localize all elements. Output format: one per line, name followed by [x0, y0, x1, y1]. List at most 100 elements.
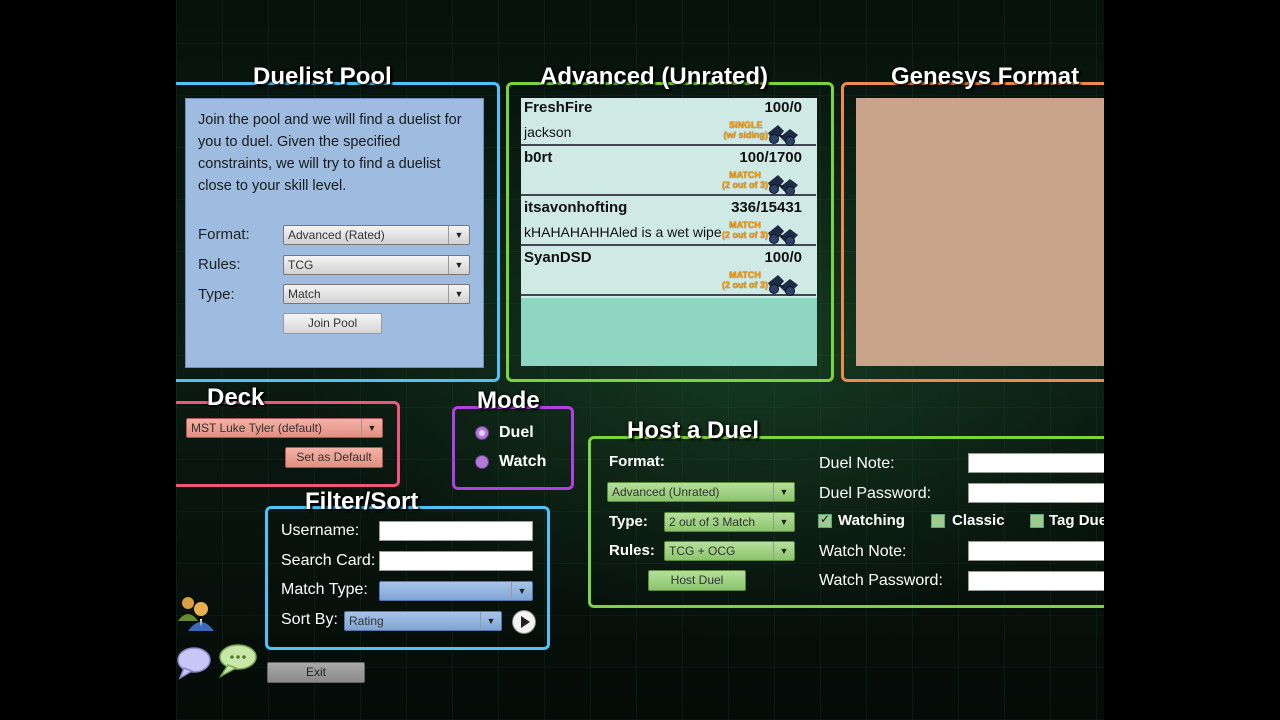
duel-rating: 100/0 — [764, 99, 802, 116]
binoculars-icon[interactable] — [766, 273, 800, 302]
duel-rating: 336/15431 — [731, 199, 802, 216]
host-rules-label: Rules: — [609, 542, 655, 559]
duel-radio-label[interactable]: Duel — [499, 424, 534, 442]
duel-type-line2: (2 out of 3) — [722, 280, 768, 290]
friends-icon[interactable] — [176, 593, 216, 633]
duel-note-input[interactable] — [968, 453, 1104, 473]
duel-row[interactable]: itsavonhofting 336/15431 kHAHAHAHHAled is … — [521, 198, 816, 246]
host-format-dropdown[interactable]: Advanced (Unrated) ▼ — [607, 482, 795, 502]
watch-radio[interactable] — [475, 455, 489, 469]
host-rules-dropdown[interactable]: TCG + OCG ▼ — [664, 541, 795, 561]
host-type-label: Type: — [609, 513, 648, 530]
pool-type-dropdown[interactable]: Match ▼ — [283, 284, 470, 304]
duel-host-name: itsavonhofting — [524, 199, 628, 216]
pool-rules-dropdown[interactable]: TCG ▼ — [283, 255, 470, 275]
duelist-pool-title: Duelist Pool — [253, 63, 392, 90]
pool-type-value: Match — [288, 287, 321, 301]
watch-note-label: Watch Note: — [819, 543, 907, 560]
duel-type-line1: MATCH — [729, 270, 761, 280]
duel-type-line1: MATCH — [729, 220, 761, 230]
pool-rules-label: Rules: — [198, 256, 241, 273]
duel-host-name: FreshFire — [524, 99, 593, 116]
host-duel-title: Host a Duel — [627, 417, 760, 444]
deck-panel — [176, 401, 400, 487]
host-duel-button[interactable]: Host Duel — [648, 570, 746, 591]
dropdown-arrow-icon: ▼ — [773, 542, 794, 560]
mode-panel — [452, 406, 574, 490]
duel-rating: 100/1700 — [739, 149, 802, 166]
duel-password-input[interactable] — [968, 483, 1104, 503]
duel-type-line2: (2 out of 3) — [722, 180, 768, 190]
dropdown-arrow-icon: ▼ — [448, 226, 469, 244]
duel-type-badge: SINGLE (w/ siding) — [724, 120, 769, 140]
pool-format-label: Format: — [198, 226, 250, 243]
duel-type-badge: MATCH (2 out of 3) — [722, 270, 768, 290]
duel-rating: 100/0 — [764, 249, 802, 266]
watch-radio-label[interactable]: Watch — [499, 453, 546, 471]
duel-type-line2: (w/ siding) — [723, 130, 769, 140]
duel-list: FreshFire 100/0 jackson SINGLE (w/ siding) b0… — [521, 98, 817, 298]
search-card-label: Search Card: — [281, 552, 376, 569]
dropdown-arrow-icon: ▼ — [448, 285, 469, 303]
tag-duel-checkbox[interactable] — [1030, 514, 1044, 528]
advanced-title: Advanced (Unrated) — [540, 63, 769, 90]
pool-format-dropdown[interactable]: Advanced (Rated) ▼ — [283, 225, 470, 245]
match-type-label: Match Type: — [281, 581, 368, 598]
dropdown-arrow-icon: ▼ — [448, 256, 469, 274]
filter-title: Filter/Sort — [305, 488, 419, 515]
mode-title: Mode — [477, 387, 540, 414]
duel-note-label: Duel Note: — [819, 455, 895, 472]
deck-value: MST Luke Tyler (default) — [191, 421, 322, 435]
classic-label: Classic — [952, 512, 1005, 529]
duel-type-line1: SINGLE — [728, 120, 763, 130]
duel-type-line2: (2 out of 3) — [722, 230, 768, 240]
duel-radio[interactable] — [475, 426, 489, 440]
duel-type-badge: MATCH (2 out of 3) — [722, 220, 768, 240]
host-format-label: Format: — [609, 453, 665, 470]
duel-type-badge: MATCH (2 out of 3) — [722, 170, 768, 190]
chat-icon[interactable] — [176, 640, 261, 682]
host-rules-value: TCG + OCG — [669, 544, 736, 558]
duel-password-label: Duel Password: — [819, 485, 932, 502]
sort-by-value: Rating — [349, 614, 384, 628]
duel-note: jackson — [524, 124, 572, 140]
sort-by-label: Sort By: — [281, 611, 338, 628]
duel-host-name: SyanDSD — [524, 249, 592, 266]
set-as-default-button[interactable]: Set as Default — [285, 447, 383, 468]
pool-rules-value: TCG — [288, 258, 314, 272]
host-type-dropdown[interactable]: 2 out of 3 Match ▼ — [664, 512, 795, 532]
dropdown-arrow-icon: ▼ — [773, 513, 794, 531]
watch-password-input[interactable] — [968, 571, 1104, 591]
watching-label: Watching — [838, 512, 905, 529]
sort-by-dropdown[interactable]: Rating ▼ — [344, 611, 502, 631]
watching-checkbox[interactable]: ✓ — [818, 512, 832, 528]
exit-button[interactable]: Exit — [267, 662, 365, 683]
pool-type-label: Type: — [198, 286, 235, 303]
genesys-list-bg — [856, 98, 1104, 366]
duel-host-name: b0rt — [524, 149, 553, 166]
classic-checkbox[interactable] — [931, 514, 945, 528]
duelist-pool-description: Join the pool and we will find a duelist… — [198, 112, 462, 194]
dropdown-arrow-icon: ▼ — [361, 419, 382, 437]
watch-note-input[interactable] — [968, 541, 1104, 561]
match-type-dropdown[interactable]: ▼ — [379, 581, 533, 601]
duel-lobby: Duelist Pool Join the pool and we will f… — [176, 0, 1104, 720]
duel-row[interactable]: b0rt 100/1700 MATCH (2 out of 3) — [521, 148, 816, 196]
tag-duel-label: Tag Duel — [1049, 512, 1104, 529]
play-icon[interactable] — [512, 610, 536, 634]
pool-format-value: Advanced (Rated) — [288, 228, 385, 242]
username-input[interactable] — [379, 521, 533, 541]
host-type-value: 2 out of 3 Match — [669, 515, 756, 529]
deck-dropdown[interactable]: MST Luke Tyler (default) ▼ — [186, 418, 383, 438]
username-label: Username: — [281, 522, 360, 539]
dropdown-arrow-icon: ▼ — [773, 483, 794, 501]
duel-row[interactable]: SyanDSD 100/0 MATCH (2 out of 3) — [521, 248, 816, 296]
genesys-title: Genesys Format — [891, 63, 1080, 90]
deck-title: Deck — [207, 384, 265, 411]
join-pool-button[interactable]: Join Pool — [283, 313, 382, 334]
duel-row[interactable]: FreshFire 100/0 jackson SINGLE (w/ siding) — [521, 98, 816, 146]
host-format-value: Advanced (Unrated) — [612, 485, 720, 499]
dropdown-arrow-icon: ▼ — [511, 582, 532, 600]
search-card-input[interactable] — [379, 551, 533, 571]
duel-note: kHAHAHAHHAled is a wet wipe — [524, 224, 722, 240]
